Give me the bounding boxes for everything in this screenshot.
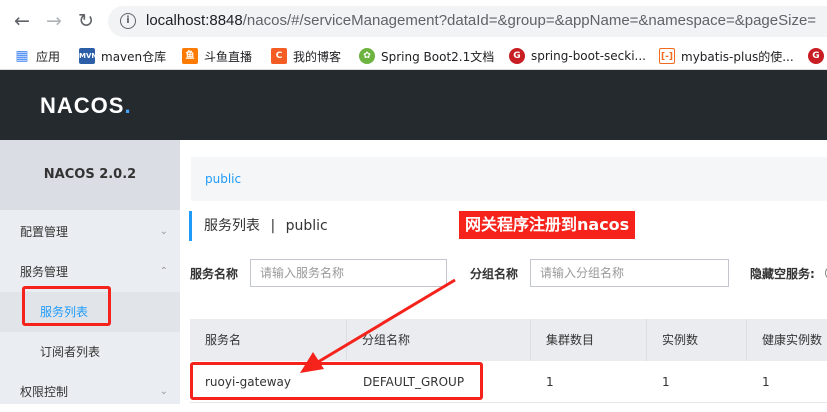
service-name-label: 服务名称 — [190, 267, 239, 281]
chevron-up-icon: ⌃ — [159, 266, 168, 277]
namespace-breadcrumb[interactable]: public — [191, 157, 827, 201]
bookmark-label: spring-boot-secki... — [531, 49, 646, 63]
annotation-note: 网关程序注册到nacos — [459, 211, 636, 239]
address-bar[interactable]: i localhost:8848/nacos/#/serviceManageme… — [108, 6, 827, 37]
gitee-icon: G — [509, 48, 525, 64]
col-header-group-name[interactable]: 分组名称 — [347, 319, 531, 361]
page-title: 服务列表 | public — [189, 211, 328, 241]
cell-instance-count: 1 — [662, 375, 670, 389]
bookmark-apps[interactable]: ▦ 应用 — [14, 47, 60, 65]
nacos-logo[interactable]: NACOS. — [40, 93, 132, 119]
bookmark-maven[interactable]: MVN maven仓库 — [79, 47, 166, 65]
bookmark-gitee[interactable]: G — [808, 47, 827, 65]
sidebar-item-config[interactable]: 配置管理 ⌄ — [0, 212, 180, 252]
service-name-input[interactable]: 请输入服务名称 — [250, 259, 447, 287]
bookmark-seckill[interactable]: G spring-boot-secki... — [509, 47, 646, 65]
title-separator: | — [270, 218, 276, 234]
group-name-input[interactable]: 请输入分组名称 — [530, 259, 729, 287]
namespace-link[interactable]: public — [205, 172, 241, 186]
page-title-namespace: public — [285, 218, 328, 234]
apps-grid-icon: ▦ — [14, 48, 30, 64]
sidebar-item-auth[interactable]: 权限控制 ⌄ — [0, 372, 180, 412]
col-header-healthy-count[interactable]: 健康实例数 — [747, 319, 827, 361]
col-header-service-name[interactable]: 服务名 — [190, 319, 347, 361]
col-header-cluster-count[interactable]: 集群数目 — [531, 319, 647, 361]
browser-toolbar: ← → ↻ i localhost:8848/nacos/#/serviceMa… — [0, 0, 827, 42]
group-name-label: 分组名称 — [470, 267, 519, 281]
bookmark-label: 斗鱼直播 — [204, 49, 253, 64]
spring-icon: ✿ — [359, 48, 375, 64]
cell-cluster-count: 1 — [546, 375, 554, 389]
sidebar-item-label: 配置管理 — [20, 225, 69, 239]
url-text: localhost:8848/nacos/#/serviceManagement… — [146, 12, 817, 29]
table-header: 服务名 分组名称 集群数目 实例数 健康实例数 — [190, 319, 827, 361]
hide-empty-label: 隐藏空服务: — [750, 267, 815, 281]
bookmark-douyu[interactable]: 鱼 斗鱼直播 — [182, 47, 252, 65]
bookmark-label: maven仓库 — [101, 49, 167, 64]
filter-bar: 服务名称 请输入服务名称 分组名称 请输入分组名称 隐藏空服务: — [190, 259, 827, 289]
col-header-instance-count[interactable]: 实例数 — [647, 319, 747, 361]
csdn-icon: C — [271, 48, 287, 64]
mvn-icon: MVN — [79, 48, 97, 64]
highlight-gateway-row — [190, 362, 483, 400]
sidebar-item-label: 订阅者列表 — [40, 345, 101, 359]
reload-icon[interactable]: ↻ — [76, 11, 96, 31]
version-label: NACOS 2.0.2 — [0, 140, 180, 210]
sidebar-item-label: 权限控制 — [20, 385, 69, 399]
bookmark-mybatis[interactable]: [-] mybatis-plus的使... — [659, 47, 794, 65]
app-header: NACOS. — [0, 70, 827, 140]
bracket-icon: [-] — [659, 48, 675, 64]
bookmark-label: mybatis-plus的使... — [681, 49, 794, 64]
bookmark-blog[interactable]: C 我的博客 — [271, 47, 341, 65]
page-title-text: 服务列表 — [204, 218, 260, 234]
bookmark-label: Spring Boot2.1文档 — [381, 49, 495, 64]
bookmark-label: 应用 — [36, 49, 61, 64]
gitee-icon: G — [808, 48, 824, 64]
sidebar-item-subscribers[interactable]: 订阅者列表 — [0, 332, 180, 372]
chevron-down-icon: ⌄ — [159, 226, 168, 237]
arrow-left-icon[interactable]: ← — [12, 11, 32, 31]
info-icon[interactable]: i — [120, 13, 136, 29]
arrow-right-icon[interactable]: → — [44, 11, 64, 31]
bookmarks-bar: ▦ 应用 MVN maven仓库 鱼 斗鱼直播 C 我的博客 ✿ Spring … — [0, 42, 827, 70]
highlight-service-list — [22, 286, 111, 326]
sidebar: NACOS 2.0.2 配置管理 ⌄ 服务管理 ⌃ 服务列表 订阅者列表 权限控… — [0, 140, 180, 404]
chevron-down-icon: ⌄ — [159, 386, 168, 397]
bookmark-label: 我的博客 — [293, 49, 342, 64]
douyu-icon: 鱼 — [182, 48, 198, 64]
sidebar-item-label: 服务管理 — [20, 265, 69, 279]
cell-healthy-count: 1 — [762, 375, 770, 389]
bookmark-spring-boot[interactable]: ✿ Spring Boot2.1文档 — [359, 47, 494, 65]
